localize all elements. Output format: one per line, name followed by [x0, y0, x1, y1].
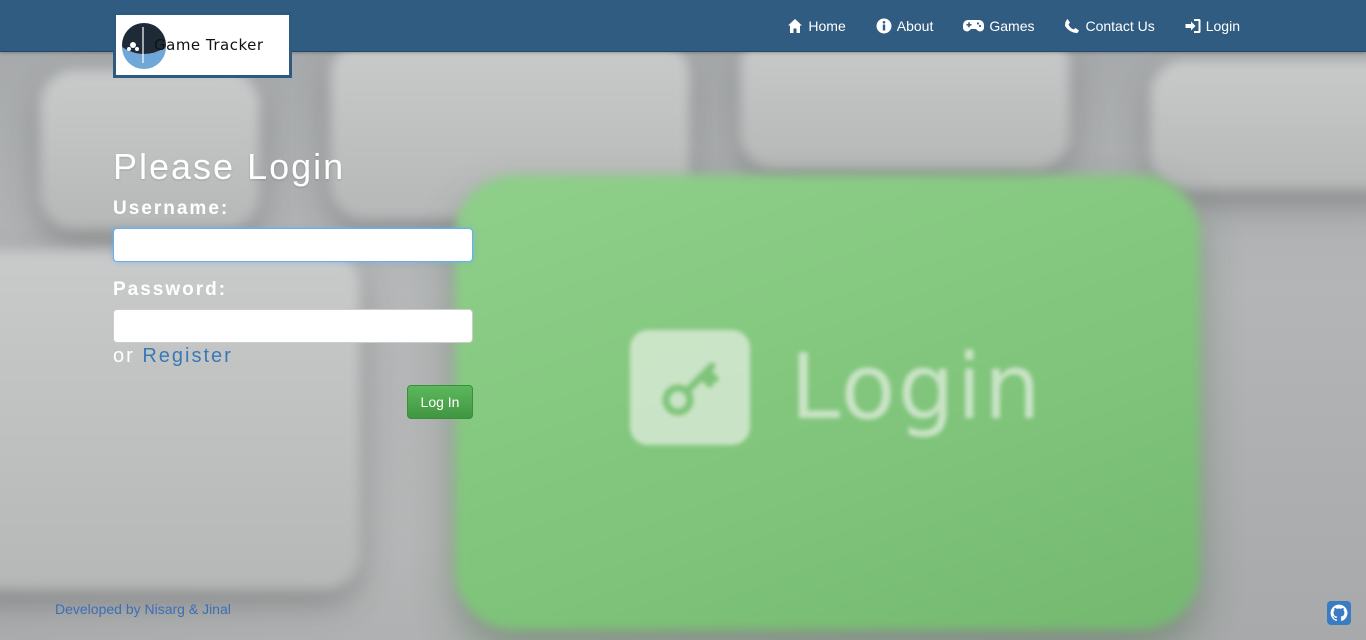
phone-icon	[1065, 18, 1080, 33]
username-label: Username:	[113, 198, 230, 219]
main-nav: Home About Games Contact Us Login	[787, 0, 1240, 51]
nav-login-label: Login	[1205, 17, 1240, 34]
home-icon	[788, 18, 803, 33]
nav-contact[interactable]: Contact Us	[1064, 17, 1155, 34]
footer-credit: Developed by Nisarg & Jinal	[55, 601, 231, 617]
github-button[interactable]	[1327, 601, 1351, 625]
nav-games-label: Games	[989, 17, 1035, 34]
background-key-word: Login	[790, 335, 1043, 440]
or-text: or	[113, 345, 135, 367]
register-link[interactable]: Register	[142, 345, 232, 367]
background-key	[1150, 60, 1366, 190]
nav-home[interactable]: Home	[787, 17, 846, 34]
login-page: Login Game Tracker Home About Games Cont…	[0, 0, 1366, 640]
page-title: Please Login	[113, 146, 346, 187]
login-icon	[1185, 18, 1201, 33]
nav-home-label: Home	[808, 17, 846, 34]
background-key-icon	[630, 330, 750, 445]
login-button[interactable]: Log In	[407, 385, 473, 419]
info-icon	[876, 18, 892, 33]
username-input[interactable]	[113, 228, 473, 262]
brand-name: Game Tracker	[154, 36, 264, 54]
top-navbar: Game Tracker Home About Games Contact Us…	[0, 0, 1366, 78]
key-icon	[662, 362, 719, 415]
nav-games[interactable]: Games	[963, 18, 1034, 34]
password-input[interactable]	[113, 309, 473, 343]
nav-contact-label: Contact Us	[1085, 17, 1155, 34]
nav-login[interactable]: Login	[1185, 18, 1240, 34]
register-prompt: or Register	[113, 345, 233, 368]
github-icon	[1330, 604, 1348, 622]
background-key	[0, 250, 360, 590]
nav-about-label: About	[896, 17, 934, 34]
nav-about[interactable]: About	[876, 17, 934, 34]
password-label: Password:	[113, 279, 228, 300]
brand-logo[interactable]: Game Tracker	[113, 12, 292, 78]
gamepad-icon	[963, 19, 985, 31]
background-login-key-label: Login	[630, 330, 1043, 445]
